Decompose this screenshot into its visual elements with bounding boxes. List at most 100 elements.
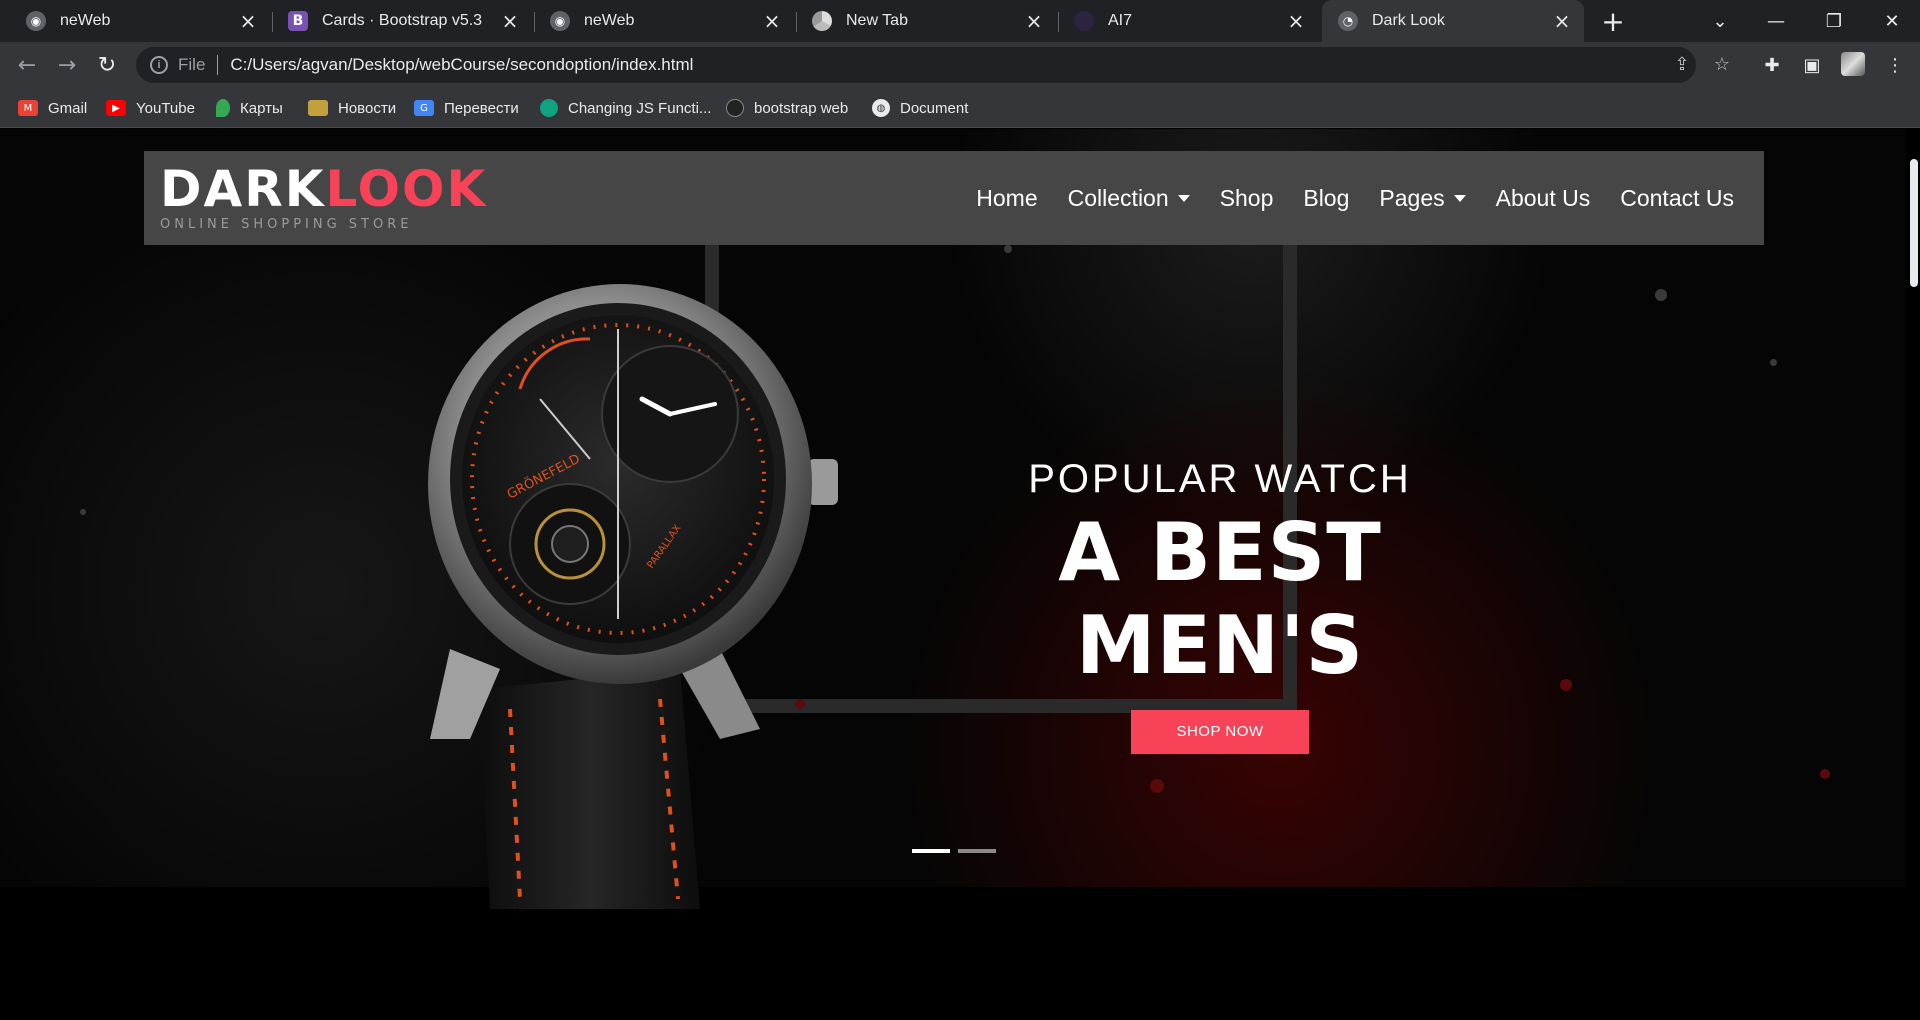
bookmark-maps[interactable]: Карты — [216, 88, 283, 128]
tab-title: AI7 — [1108, 12, 1133, 29]
tab-bootstrap-cards[interactable]: B Cards · Bootstrap v5.3 × — [262, 0, 532, 42]
restore-icon[interactable]: ❐ — [1806, 0, 1862, 42]
bookmark-bootstrap-web[interactable]: bootstrap web — [726, 88, 848, 128]
nav-label: Home — [976, 184, 1038, 211]
tab-strip: ◉ neWeb × B Cards · Bootstrap v5.3 × ◉ n… — [0, 0, 1920, 42]
translate-icon: G — [414, 100, 434, 116]
bookmark-label: Document — [900, 99, 969, 117]
share-icon[interactable]: ⇪ — [1668, 50, 1696, 78]
brand-logo[interactable]: DARKLOOK ONLINE SHOPPING STORE — [160, 163, 487, 232]
shop-now-button[interactable]: SHOP NOW — [1131, 710, 1309, 754]
bookmark-label: Карты — [240, 99, 283, 117]
bootstrap-icon: B — [288, 11, 308, 31]
bookmark-document[interactable]: ◍ Document — [872, 88, 968, 128]
decor-speck — [1004, 245, 1012, 253]
forward-icon[interactable]: → — [51, 49, 83, 81]
hero-headline: A BEST MEN'S — [1058, 506, 1382, 692]
close-icon[interactable]: × — [1022, 9, 1046, 33]
decor-speck — [1820, 769, 1830, 779]
carousel-indicator-2[interactable] — [958, 849, 996, 853]
nav-link-collection[interactable]: Collection — [1068, 185, 1190, 212]
scrollbar-thumb[interactable] — [1910, 159, 1918, 287]
carousel-indicator-1[interactable] — [912, 849, 950, 853]
tab-title: Dark Look — [1372, 12, 1445, 29]
decor-speck — [1150, 779, 1164, 793]
address-scheme: File — [178, 55, 206, 74]
bookmark-chatgpt[interactable]: Changing JS Functi... — [540, 88, 711, 128]
hero-kicker: POPULAR WATCH — [1028, 457, 1412, 501]
new-tab-button[interactable]: + — [1598, 5, 1628, 38]
nav-link-home[interactable]: Home — [976, 185, 1037, 212]
extensions-icon[interactable]: ✚ — [1757, 50, 1787, 80]
close-icon[interactable]: × — [1284, 9, 1308, 33]
brand-dark-text: DARK — [160, 160, 326, 218]
page-viewport: GRÖNEFELD PARALLAX DARKLOOK ONLINE SHOPP… — [0, 129, 1920, 1020]
nav-link-pages[interactable]: Pages — [1379, 184, 1466, 212]
address-bar[interactable]: i File C:/Users/agvan/Desktop/webCourse/… — [136, 47, 1696, 83]
bookmarks-bar: M Gmail ▶ YouTube Карты Новости G Переве… — [0, 88, 1920, 128]
close-icon[interactable]: × — [236, 9, 260, 33]
globe-icon: ◍ — [872, 99, 890, 117]
info-icon[interactable]: i — [150, 56, 168, 74]
globe-icon: ◉ — [26, 11, 46, 31]
watch-image: GRÖNEFELD PARALLAX — [428, 284, 838, 909]
nav-link-shop[interactable]: Shop — [1220, 185, 1274, 212]
close-icon[interactable]: × — [760, 9, 784, 33]
bookmark-youtube[interactable]: ▶ YouTube — [106, 88, 195, 128]
bootstrap-web-icon — [726, 99, 744, 117]
decor-speck — [1560, 679, 1572, 691]
bookmark-translate[interactable]: G Перевести — [414, 88, 519, 128]
address-divider — [217, 55, 219, 75]
nav-link-about[interactable]: About Us — [1496, 185, 1591, 212]
side-panel-icon[interactable]: ▣ — [1797, 50, 1827, 80]
address-url[interactable]: C:/Users/agvan/Desktop/webCourse/secondo… — [230, 55, 693, 75]
page-icon: ◔ — [1338, 11, 1358, 31]
tab-title: neWeb — [60, 12, 111, 29]
nav-link-contact[interactable]: Contact Us — [1620, 185, 1734, 212]
nav-link-blog[interactable]: Blog — [1303, 185, 1349, 212]
reload-icon[interactable]: ↻ — [91, 49, 123, 81]
bookmark-label: Новости — [338, 99, 397, 117]
chatgpt-icon — [540, 99, 558, 117]
main-menu: Home Collection Shop Blog Pages About Us… — [946, 151, 1734, 245]
news-icon — [308, 100, 328, 116]
decor-speck — [1655, 289, 1667, 301]
decor-speck — [1770, 359, 1777, 366]
nav-label: Blog — [1303, 184, 1350, 211]
hero-caption: POPULAR WATCH A BEST MEN'S SHOP NOW — [900, 457, 1540, 754]
bookmark-label: Changing JS Functi... — [568, 99, 712, 117]
tab-neweb-1[interactable]: ◉ neWeb × — [0, 0, 270, 42]
profile-avatar[interactable] — [1841, 52, 1865, 76]
close-icon[interactable]: × — [1550, 9, 1574, 33]
tab-new-tab[interactable]: New Tab × — [786, 0, 1056, 42]
tab-search-icon[interactable]: ⌄ — [1692, 0, 1748, 42]
bookmark-gmail[interactable]: M Gmail — [18, 88, 87, 128]
minimize-icon[interactable]: — — [1748, 0, 1804, 42]
brand-wordmark: DARKLOOK — [160, 163, 487, 215]
youtube-icon: ▶ — [106, 100, 126, 116]
watch-crown — [808, 459, 838, 505]
decor-speck — [80, 509, 86, 515]
brand-look-text: LOOK — [325, 160, 488, 218]
bookmark-news[interactable]: Новости — [308, 88, 396, 128]
nav-label: About Us — [1495, 184, 1591, 211]
window-close-icon[interactable]: ✕ — [1864, 0, 1920, 42]
page-scrollbar[interactable] — [1906, 129, 1920, 1020]
nav-label: Pages — [1379, 184, 1445, 211]
globe-icon: ◉ — [550, 11, 570, 31]
tab-ai7[interactable]: AI7 × — [1048, 0, 1318, 42]
gmail-icon: M — [18, 100, 38, 116]
browser-toolbar: ← → ↻ i File C:/Users/agvan/Desktop/webC… — [0, 42, 1920, 88]
tab-dark-look[interactable]: ◔ Dark Look × — [1322, 0, 1584, 42]
carousel-indicators — [912, 849, 1004, 853]
back-icon[interactable]: ← — [11, 49, 43, 81]
nav-label: Shop — [1219, 184, 1274, 211]
close-icon[interactable]: × — [498, 9, 522, 33]
nav-label: Contact Us — [1620, 184, 1734, 211]
chrome-icon — [812, 11, 832, 31]
bookmark-star-icon[interactable]: ☆ — [1708, 50, 1736, 78]
tab-neweb-2[interactable]: ◉ neWeb × — [524, 0, 794, 42]
tab-title: Cards · Bootstrap v5.3 — [322, 12, 483, 29]
menu-icon[interactable]: ⋮ — [1880, 50, 1910, 80]
tab-title: New Tab — [846, 12, 908, 29]
